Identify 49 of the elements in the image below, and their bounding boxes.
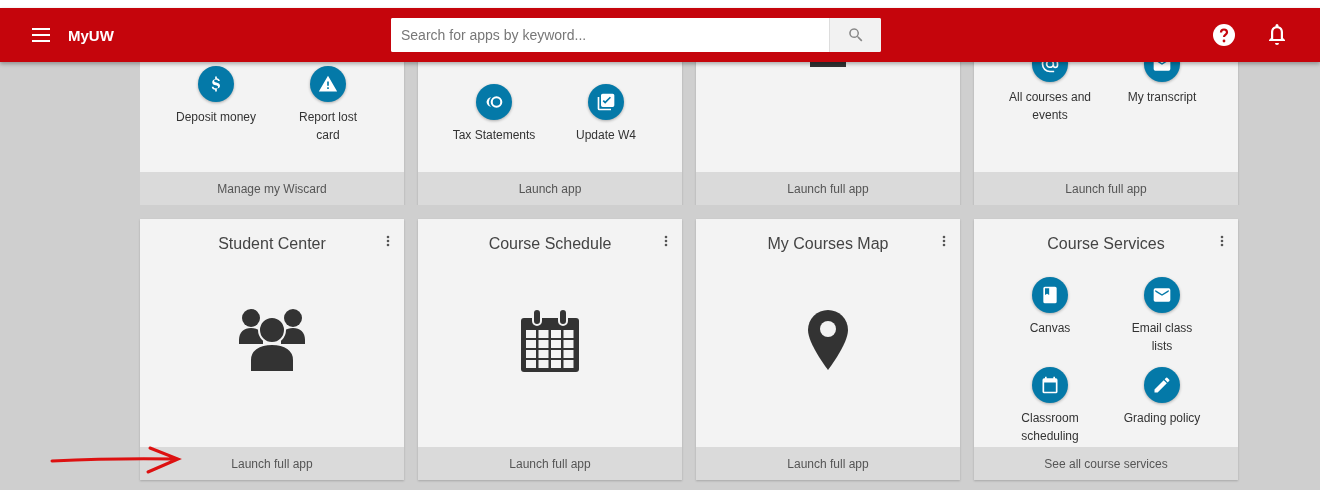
more-options-icon[interactable]	[942, 235, 946, 247]
launch-link[interactable]: Launch full app	[696, 447, 960, 480]
map-pin-icon	[808, 310, 848, 370]
launch-link[interactable]: Manage my Wiscard	[140, 172, 404, 205]
launch-link[interactable]: Launch full app	[140, 447, 404, 480]
book-icon	[1040, 285, 1060, 305]
launch-link[interactable]: Launch app	[418, 172, 682, 205]
envelope-icon	[1152, 285, 1172, 305]
card-title: My Courses Map	[767, 235, 889, 253]
warning-icon	[318, 74, 338, 94]
app-link-button[interactable]	[310, 66, 346, 102]
app-link-label[interactable]: My transcript	[1127, 88, 1197, 106]
group-icon	[237, 308, 307, 372]
bell-icon[interactable]	[1268, 24, 1286, 46]
search-field[interactable]: Search for apps by keyword...	[391, 18, 881, 52]
app-link-button[interactable]	[1032, 277, 1068, 313]
menu-icon[interactable]	[32, 28, 50, 42]
app-link-button[interactable]	[588, 84, 624, 120]
checklist-icon	[596, 92, 616, 112]
app-link-button[interactable]	[476, 84, 512, 120]
pencil-icon	[1152, 375, 1172, 395]
app-link-button[interactable]	[198, 66, 234, 102]
more-options-icon[interactable]	[1220, 235, 1224, 247]
launch-link[interactable]: Launch full app	[418, 447, 682, 480]
card-title: Course Services	[1047, 235, 1165, 253]
launch-link[interactable]: See all course services	[974, 447, 1238, 480]
app-link-label[interactable]: Canvas	[1029, 319, 1071, 337]
search-icon	[846, 26, 865, 44]
app-link-label[interactable]: Deposit money	[175, 108, 256, 126]
launch-link[interactable]: Launch full app	[696, 172, 960, 205]
app-title[interactable]: MyUW	[68, 26, 391, 44]
app-link-label[interactable]: Classroom scheduling	[1008, 409, 1092, 445]
app-link-button[interactable]	[1144, 367, 1180, 403]
app-link-label[interactable]: All courses and events	[1008, 88, 1092, 124]
more-options-icon[interactable]	[664, 235, 668, 247]
app-link-button[interactable]	[1032, 367, 1068, 403]
help-icon[interactable]	[1212, 23, 1236, 47]
app-link-label[interactable]: Grading policy	[1123, 409, 1201, 427]
card-title: Course Schedule	[488, 235, 612, 253]
app-link-button[interactable]	[1144, 277, 1180, 313]
more-options-icon[interactable]	[386, 235, 390, 247]
app-link-label[interactable]: Report lost card	[286, 108, 370, 144]
app-link-label[interactable]: Update W4	[576, 126, 636, 144]
card-title: Student Center	[218, 235, 326, 253]
app-link-label[interactable]: Email class lists	[1120, 319, 1204, 355]
calendar-icon	[520, 308, 580, 372]
app-link-label[interactable]: Tax Statements	[452, 126, 536, 144]
calendar-icon	[1040, 375, 1060, 395]
launch-link[interactable]: Launch full app	[974, 172, 1238, 205]
